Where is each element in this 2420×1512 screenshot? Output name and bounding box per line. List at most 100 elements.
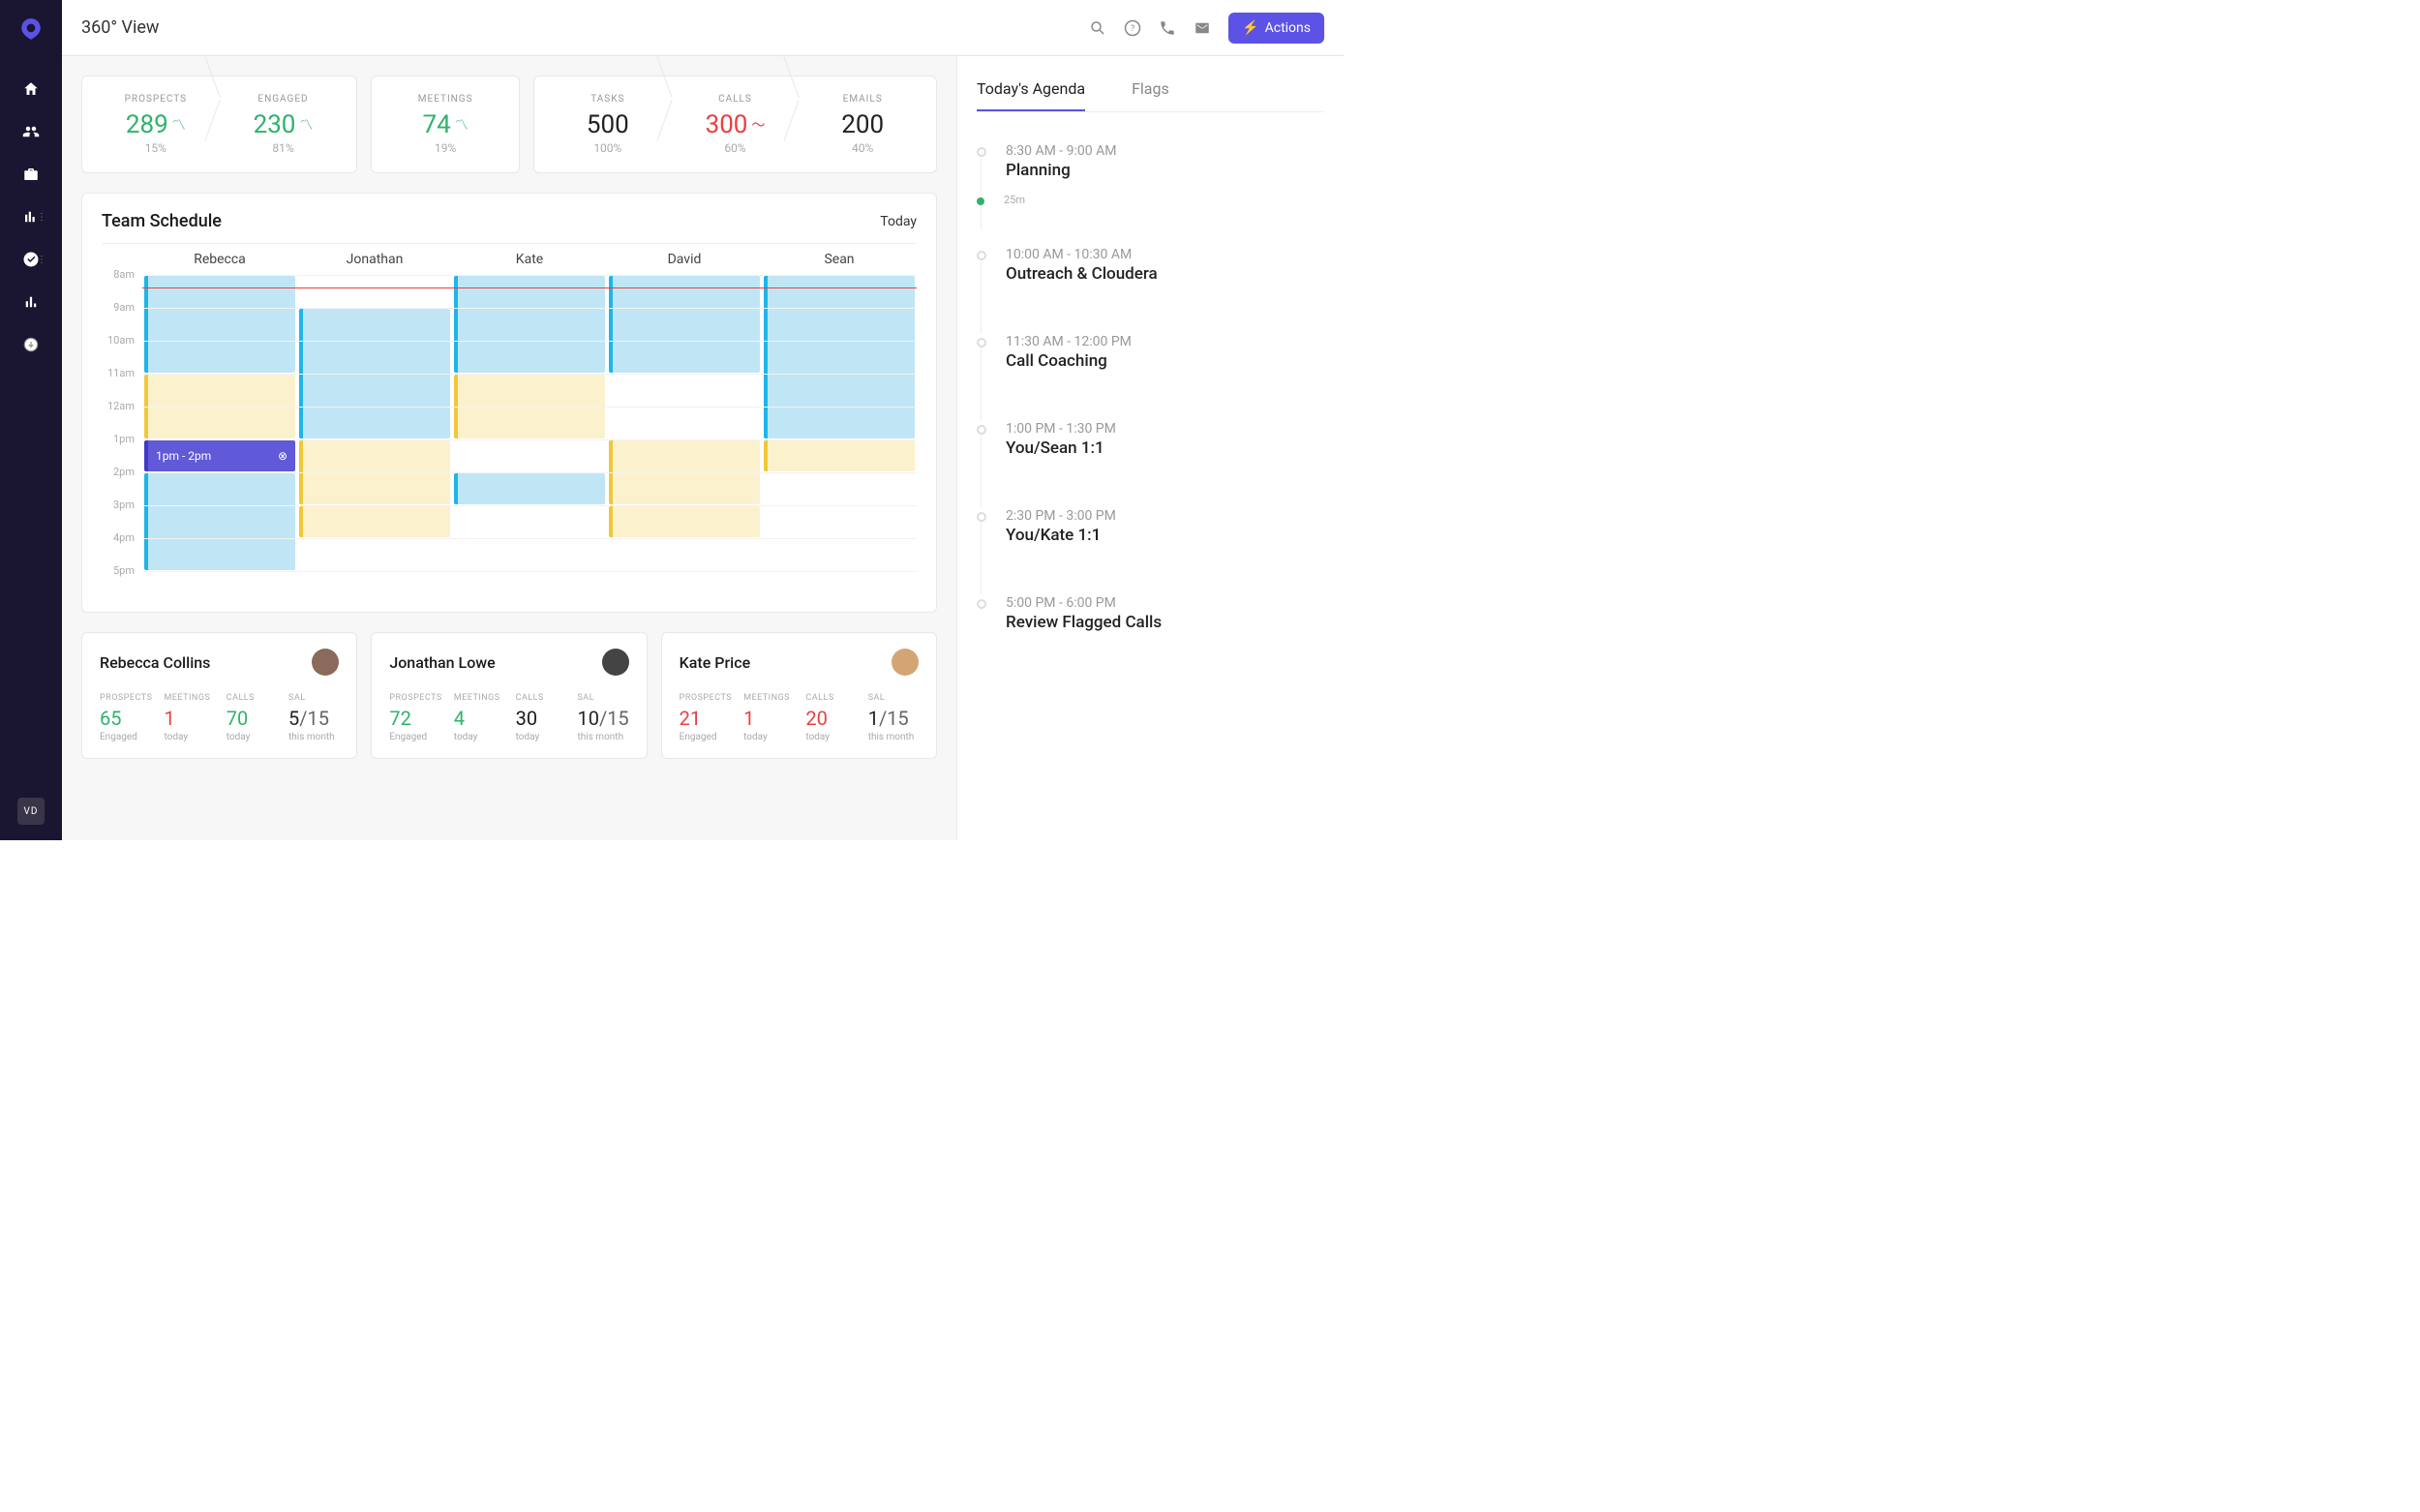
- time-cell[interactable]: [297, 572, 452, 604]
- stat-label: PROSPECTS: [389, 693, 441, 703]
- phone-icon[interactable]: [1159, 19, 1176, 37]
- nav-download[interactable]: [12, 325, 50, 364]
- nav-reports[interactable]: ⋮: [12, 197, 50, 236]
- time-cell[interactable]: [452, 440, 607, 472]
- time-cell[interactable]: [142, 276, 297, 308]
- time-cell[interactable]: [452, 539, 607, 571]
- help-icon[interactable]: ?: [1124, 19, 1141, 37]
- time-cell[interactable]: [297, 539, 452, 571]
- close-icon[interactable]: ⊗: [278, 449, 287, 463]
- time-cell[interactable]: [607, 440, 762, 472]
- stat-value: 500: [544, 110, 672, 139]
- time-cell[interactable]: [452, 408, 607, 439]
- time-cell[interactable]: [297, 375, 452, 407]
- time-cell[interactable]: [297, 309, 452, 341]
- time-cell[interactable]: [142, 539, 297, 571]
- person-card[interactable]: Jonathan Lowe PROSPECTS72EngagedMEETINGS…: [371, 632, 647, 759]
- person-stat: MEETINGS1today: [743, 693, 794, 742]
- time-cell[interactable]: [142, 408, 297, 439]
- time-cell[interactable]: [762, 473, 917, 505]
- time-cell[interactable]: [452, 342, 607, 374]
- timeline-dot: [977, 338, 986, 348]
- time-cell[interactable]: [142, 375, 297, 407]
- time-cell[interactable]: [607, 473, 762, 505]
- agenda-time: 8:30 AM - 9:00 AM: [1006, 143, 1324, 159]
- time-label: 9am: [102, 301, 142, 314]
- nav-people[interactable]: [12, 112, 50, 151]
- person-card[interactable]: Kate Price PROSPECTS21EngagedMEETINGS1to…: [661, 632, 937, 759]
- schedule-highlight-event[interactable]: 1pm - 2pm⊗: [144, 440, 295, 471]
- schedule-event[interactable]: [454, 473, 605, 504]
- stat-label: MEETINGS: [743, 693, 794, 703]
- time-cell[interactable]: [762, 408, 917, 439]
- agenda-tabs: Today's Agenda Flags: [977, 79, 1324, 112]
- time-cell[interactable]: [452, 473, 607, 505]
- time-cell[interactable]: [142, 572, 297, 604]
- time-cell[interactable]: [607, 342, 762, 374]
- person-header: Rebecca: [142, 244, 297, 275]
- svg-text:?: ?: [1131, 24, 1134, 34]
- schedule-event[interactable]: [609, 506, 760, 537]
- person-stat: PROSPECTS65Engaged: [100, 693, 152, 742]
- nav-tasks[interactable]: ⋮: [12, 240, 50, 279]
- time-cell[interactable]: [297, 276, 452, 308]
- time-cell[interactable]: [142, 506, 297, 538]
- person-card[interactable]: Rebecca Collins PROSPECTS65EngagedMEETIN…: [81, 632, 357, 759]
- time-cell[interactable]: [607, 572, 762, 604]
- tab-agenda[interactable]: Today's Agenda: [977, 79, 1085, 111]
- user-avatar[interactable]: VD: [17, 798, 45, 825]
- time-cell[interactable]: [297, 440, 452, 472]
- time-cell[interactable]: [607, 375, 762, 407]
- schedule-event[interactable]: [764, 440, 915, 471]
- agenda-item[interactable]: 2:30 PM - 3:00 PMYou/Kate 1:1: [977, 508, 1324, 545]
- time-cell[interactable]: [762, 506, 917, 538]
- timeline-dot: [977, 599, 986, 609]
- agenda-item-content: 10:00 AM - 10:30 AMOutreach & Cloudera: [1006, 247, 1324, 284]
- time-cell[interactable]: [452, 572, 607, 604]
- time-cell[interactable]: [762, 276, 917, 308]
- time-cell[interactable]: [452, 276, 607, 308]
- time-cell[interactable]: [607, 408, 762, 439]
- time-cell[interactable]: [297, 506, 452, 538]
- time-cell[interactable]: [297, 473, 452, 505]
- time-cell[interactable]: [762, 440, 917, 472]
- search-icon[interactable]: [1089, 19, 1106, 37]
- mail-icon[interactable]: [1194, 19, 1211, 37]
- time-cell[interactable]: [607, 506, 762, 538]
- time-cell[interactable]: [452, 309, 607, 341]
- time-cell[interactable]: 1pm - 2pm⊗: [142, 440, 297, 472]
- agenda-item[interactable]: 8:30 AM - 9:00 AMPlanning: [977, 143, 1324, 180]
- time-cells: [142, 538, 917, 571]
- agenda-item[interactable]: 10:00 AM - 10:30 AMOutreach & Cloudera: [977, 247, 1324, 284]
- timeline-line: [981, 348, 982, 421]
- time-cell[interactable]: [762, 539, 917, 571]
- agenda-item[interactable]: 11:30 AM - 12:00 PMCall Coaching: [977, 334, 1324, 371]
- agenda-item[interactable]: 1:00 PM - 1:30 PMYou/Sean 1:1: [977, 421, 1324, 458]
- time-cell[interactable]: [452, 375, 607, 407]
- actions-button[interactable]: ⚡ Actions: [1228, 13, 1324, 44]
- time-cell[interactable]: [762, 342, 917, 374]
- time-cell[interactable]: [297, 408, 452, 439]
- time-cell[interactable]: [142, 309, 297, 341]
- nav-analytics[interactable]: [12, 283, 50, 321]
- time-cell[interactable]: [297, 342, 452, 374]
- time-cell[interactable]: [607, 539, 762, 571]
- time-grid[interactable]: 8am9am10am11am12am1pm1pm - 2pm⊗2pm3pm4pm…: [102, 275, 917, 604]
- schedule-today-label[interactable]: Today: [880, 214, 917, 229]
- time-cell[interactable]: [607, 276, 762, 308]
- time-cell[interactable]: [762, 309, 917, 341]
- nav-home[interactable]: [12, 70, 50, 108]
- time-cell[interactable]: [142, 342, 297, 374]
- time-cell[interactable]: [762, 572, 917, 604]
- tab-flags[interactable]: Flags: [1132, 79, 1169, 111]
- nav-briefcase[interactable]: [12, 155, 50, 194]
- schedule-event[interactable]: [299, 506, 450, 537]
- stat-label: PROSPECTS: [680, 693, 732, 703]
- person-name: Kate Price: [680, 653, 750, 672]
- agenda-item[interactable]: 5:00 PM - 6:00 PMReview Flagged Calls: [977, 595, 1324, 632]
- time-cell[interactable]: [607, 309, 762, 341]
- time-cell[interactable]: [142, 473, 297, 505]
- time-cell[interactable]: [452, 506, 607, 538]
- time-cell[interactable]: [762, 375, 917, 407]
- time-row: 1pm1pm - 2pm⊗: [102, 439, 917, 472]
